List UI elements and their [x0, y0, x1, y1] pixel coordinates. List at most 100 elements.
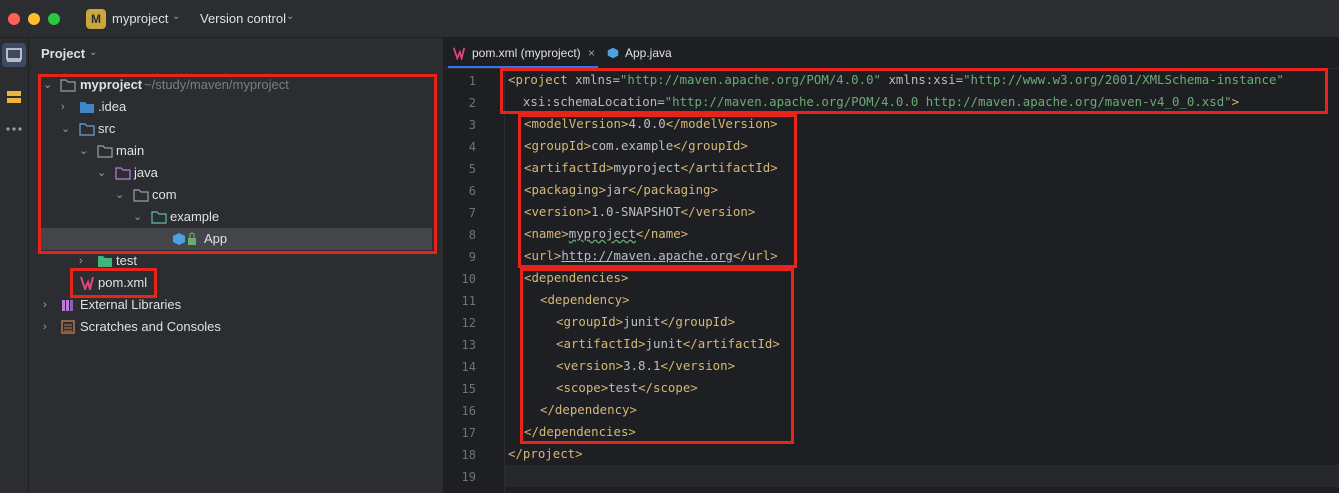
line-number: 4: [468, 140, 476, 154]
collapsed-arrow-icon[interactable]: ›: [61, 96, 73, 118]
expand-arrow-icon[interactable]: ⌄: [61, 118, 73, 140]
line-number: 3: [468, 118, 476, 132]
line-number: 10: [461, 272, 476, 286]
tree-item-app[interactable]: App: [41, 228, 432, 250]
code-line-1: <project xmlns="http://maven.apache.org/…: [508, 72, 1284, 87]
code-line-12: <groupId>junit</groupId>: [556, 314, 736, 329]
java-class-icon: [173, 233, 185, 245]
code-line-9: <url>http://maven.apache.org</url>: [524, 248, 778, 263]
chevron-down-icon[interactable]: ⌄: [89, 47, 97, 58]
folder-icon: [97, 145, 113, 158]
current-line-highlight: [504, 465, 1339, 487]
minimize-window-button[interactable]: [28, 13, 40, 25]
line-number: 8: [468, 228, 476, 242]
project-badge[interactable]: M: [86, 9, 106, 29]
line-number: 18: [461, 448, 476, 462]
line-number: 9: [468, 250, 476, 264]
line-number: 7: [468, 206, 476, 220]
maven-icon: [452, 47, 466, 60]
line-number: 17: [461, 426, 476, 440]
maximize-window-button[interactable]: [48, 13, 60, 25]
code-line-4: <groupId>com.example</groupId>: [524, 138, 748, 153]
code-line-6: <packaging>jar</packaging>: [524, 182, 718, 197]
code-line-3: <modelVersion>4.0.0</modelVersion>: [524, 116, 778, 131]
line-number: 13: [461, 338, 476, 352]
tree-item-scratches[interactable]: › Scratches and Consoles: [29, 316, 443, 338]
line-number: 15: [461, 382, 476, 396]
structure-icon[interactable]: [5, 88, 23, 106]
expand-arrow-icon[interactable]: ⌄: [115, 184, 127, 206]
gutter-divider: [504, 68, 505, 493]
line-number: 12: [461, 316, 476, 330]
code-line-14: <version>3.8.1</version>: [556, 358, 736, 373]
project-panel-title[interactable]: Project: [41, 46, 85, 61]
editor-area: pom.xml (myproject) × App.java 123456789…: [444, 38, 1339, 493]
code-line-2: xsi:schemaLocation="http://maven.apache.…: [508, 94, 1240, 109]
tree-item-myproject[interactable]: ⌄ myproject ~/study/maven/myproject: [29, 74, 443, 96]
line-number: 2: [468, 96, 476, 110]
java-source-root-icon: [115, 167, 131, 180]
more-tools-icon[interactable]: [5, 120, 23, 138]
tree-item-idea[interactable]: › .idea: [29, 96, 443, 118]
version-control-menu[interactable]: Version control: [200, 11, 286, 26]
package-folder-icon: [133, 189, 149, 202]
expand-arrow-icon[interactable]: ⌄: [79, 140, 91, 162]
collapsed-arrow-icon[interactable]: ›: [79, 250, 91, 272]
code-line-11: <dependency>: [540, 292, 630, 307]
tab-app-java[interactable]: App.java: [604, 38, 684, 68]
editor-tab-bar: pom.xml (myproject) × App.java: [444, 38, 1339, 69]
project-icon: [6, 48, 22, 62]
code-line-16: </dependency>: [540, 402, 637, 417]
package-folder-icon: [151, 211, 167, 224]
folder-icon: [80, 102, 94, 113]
code-line-15: <scope>test</scope>: [556, 380, 698, 395]
expand-arrow-icon[interactable]: ⌄: [133, 206, 145, 228]
project-switcher[interactable]: myproject: [112, 11, 168, 26]
title-bar: M myproject ⌄ Version control ⌄: [0, 0, 1339, 38]
project-tool-button[interactable]: [2, 43, 26, 67]
test-folder-icon: [98, 256, 112, 267]
expand-arrow-icon[interactable]: ⌄: [97, 162, 109, 184]
tree-item-com[interactable]: ⌄ com: [29, 184, 443, 206]
code-line-7: <version>1.0-SNAPSHOT</version>: [524, 204, 756, 219]
close-window-button[interactable]: [8, 13, 20, 25]
line-number: 1: [468, 74, 476, 88]
code-line-10: <dependencies>: [524, 270, 629, 285]
tree-item-java[interactable]: ⌄ java: [29, 162, 443, 184]
code-line-17: </dependencies>: [524, 424, 636, 439]
scratches-icon: [61, 320, 75, 334]
chevron-down-icon[interactable]: ⌄: [172, 11, 180, 22]
url-link[interactable]: http://maven.apache.org: [561, 248, 733, 263]
line-number: 6: [468, 184, 476, 198]
line-number: 5: [468, 162, 476, 176]
line-number: 19: [461, 470, 476, 484]
java-class-icon: [607, 47, 619, 59]
code-line-18: </project>: [508, 446, 583, 461]
tree-item-example[interactable]: ⌄ example: [29, 206, 443, 228]
code-line-13: <artifactId>junit</artifactId>: [556, 336, 780, 351]
chevron-down-icon[interactable]: ⌄: [286, 11, 294, 22]
line-number: 16: [461, 404, 476, 418]
tab-pom-xml[interactable]: pom.xml (myproject) ×: [448, 38, 598, 68]
project-panel: Project ⌄ ⌄ myproject ~/study/maven/mypr…: [29, 38, 443, 493]
collapsed-arrow-icon[interactable]: ›: [43, 316, 55, 338]
tree-item-main[interactable]: ⌄ main: [29, 140, 443, 162]
collapsed-arrow-icon[interactable]: ›: [43, 294, 55, 316]
tree-item-external-libraries[interactable]: › External Libraries: [29, 294, 443, 316]
line-number: 11: [461, 294, 476, 308]
expand-arrow-icon[interactable]: ⌄: [43, 74, 55, 96]
library-icon: [62, 300, 73, 311]
tool-window-stripe: [0, 38, 29, 493]
code-line-5: <artifactId>myproject</artifactId>: [524, 160, 778, 175]
line-number-gutter: 1 2 3 4 5 6 7 8 9 10 11 12 13 14 15 16 17 18 19: [444, 68, 504, 493]
line-number: 14: [461, 360, 476, 374]
lock-icon: [188, 232, 196, 245]
tree-item-pom-xml[interactable]: pom.xml: [29, 272, 443, 294]
tree-item-test[interactable]: › test: [29, 250, 443, 272]
close-tab-icon[interactable]: ×: [588, 38, 595, 68]
maven-icon: [80, 276, 94, 290]
code-line-8: <name>myproject</name>: [524, 226, 689, 241]
folder-icon: [60, 79, 76, 92]
tree-item-src[interactable]: ⌄ src: [29, 118, 443, 140]
source-folder-icon: [79, 123, 95, 136]
